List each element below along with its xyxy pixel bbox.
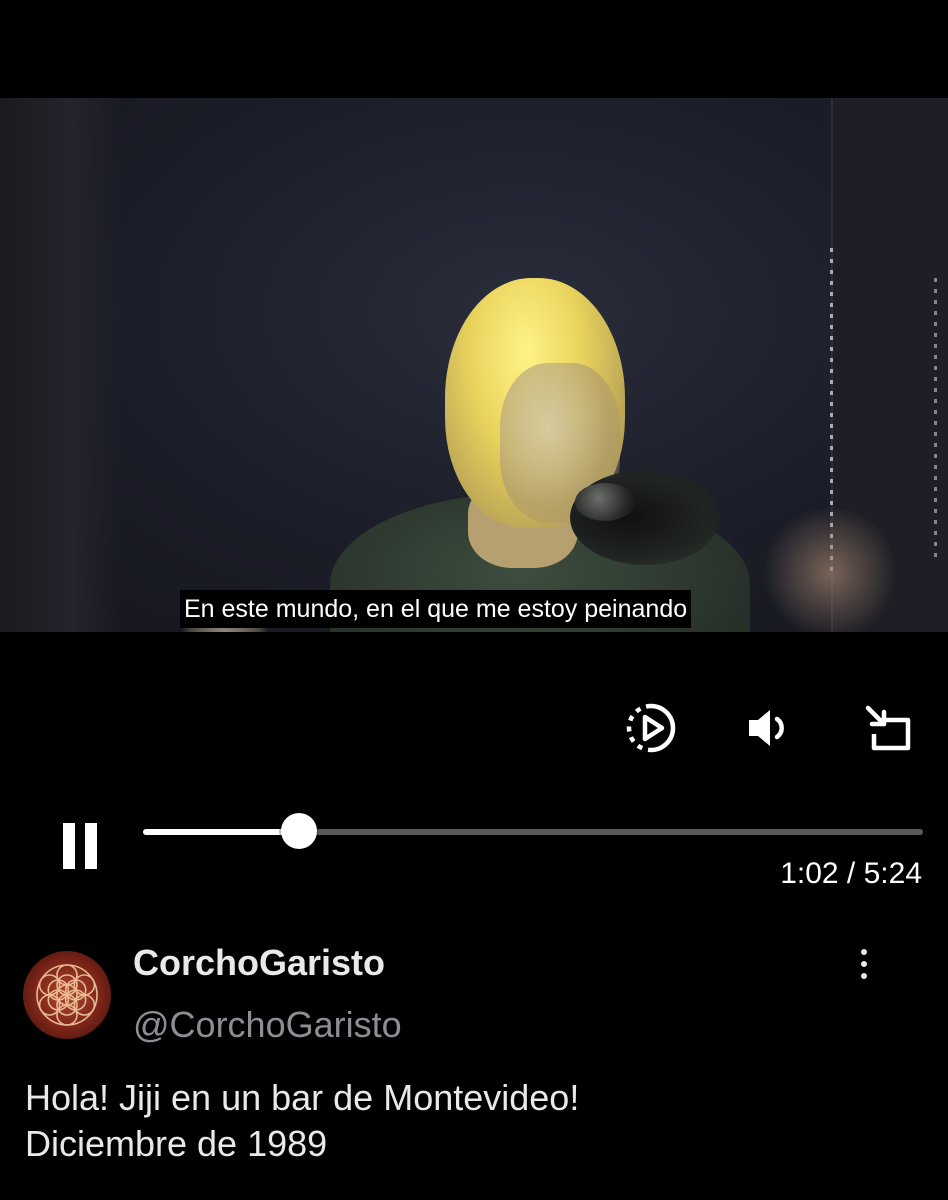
time-display: 1:02 / 5:24 — [780, 857, 922, 891]
time-separator: / — [846, 857, 856, 890]
video-scanline-noise — [934, 278, 937, 558]
more-dot — [861, 973, 867, 979]
more-vertical-icon[interactable] — [844, 942, 884, 986]
post-text-line: Hola! Jiji en un bar de Montevideo! — [25, 1077, 580, 1118]
user-handle[interactable]: @CorchoGaristo — [133, 1004, 402, 1046]
video-player[interactable] — [0, 98, 948, 632]
video-scene-microphone — [575, 483, 635, 521]
progress-thumb[interactable] — [281, 813, 317, 849]
volume-icon[interactable] — [741, 700, 797, 756]
video-scene-left-edge — [0, 98, 120, 632]
autoplay-icon[interactable] — [623, 700, 679, 756]
post-text: Hola! Jiji en un bar de Montevideo! Dici… — [25, 1075, 925, 1167]
progress-fill — [143, 829, 299, 835]
duration: 5:24 — [863, 857, 922, 890]
pause-button[interactable] — [55, 815, 111, 875]
video-scene-light — [760, 508, 900, 632]
progress-bar[interactable] — [143, 813, 923, 849]
pip-dock-icon[interactable] — [860, 700, 916, 756]
video-subtitle: En este mundo, en el que me estoy peinan… — [180, 590, 692, 628]
post-text-line: Diciembre de 1989 — [25, 1123, 328, 1164]
current-time: 1:02 — [780, 857, 839, 890]
more-dot — [861, 961, 867, 967]
avatar[interactable] — [23, 951, 111, 1039]
more-dot — [861, 949, 867, 955]
display-name[interactable]: CorchoGaristo — [133, 942, 385, 984]
